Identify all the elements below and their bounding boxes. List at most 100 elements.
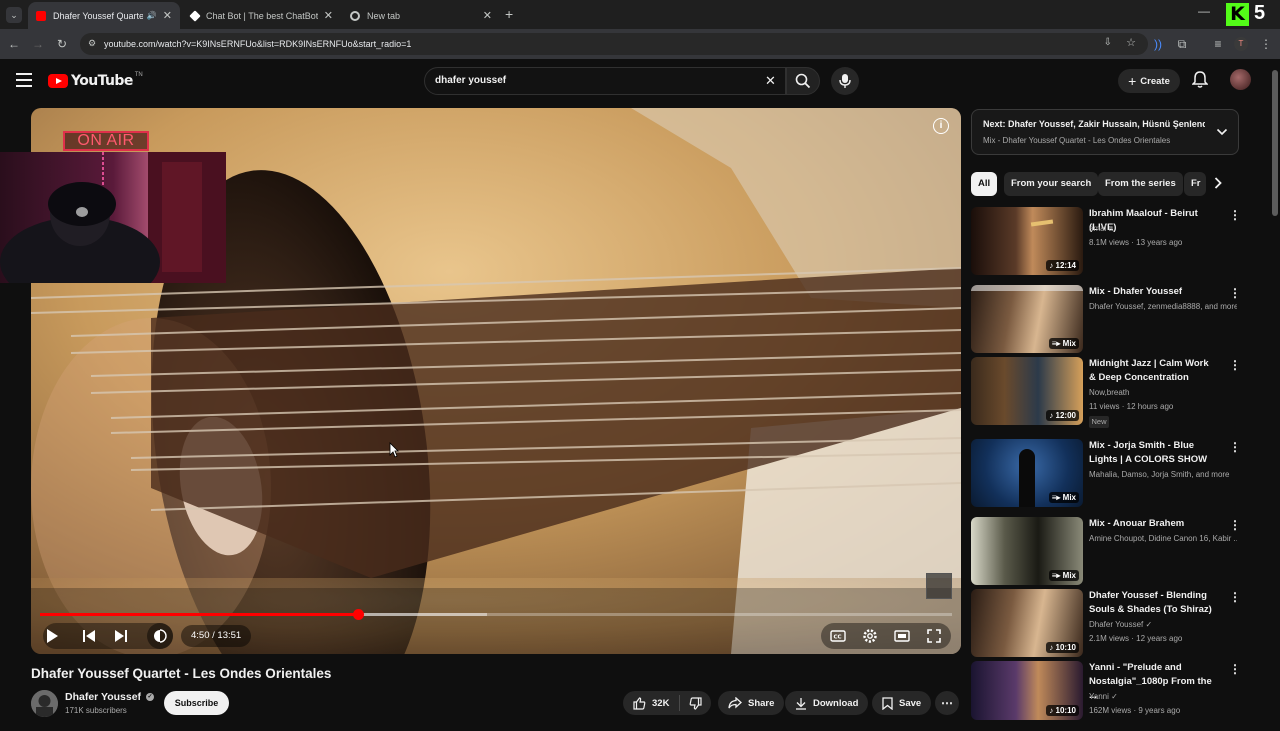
- tab-title: Dhafer Youssef Quartet - Les Ondes Orien…: [53, 10, 143, 21]
- profile-avatar[interactable]: T: [1234, 37, 1248, 51]
- voice-search-button[interactable]: [831, 67, 859, 95]
- page-scrollbar[interactable]: [1272, 70, 1278, 216]
- previous-button[interactable]: [77, 624, 101, 648]
- more-vertical-icon[interactable]: ⋮: [1229, 663, 1241, 675]
- video-thumbnail[interactable]: ♪ 12:14: [971, 207, 1083, 275]
- search-input[interactable]: dhafer youssef ✕: [424, 67, 786, 95]
- chips-next-chevron-icon[interactable]: [1213, 176, 1223, 195]
- audio-icon[interactable]: 🔊: [147, 11, 157, 20]
- video-thumbnail[interactable]: ♪ 12:00: [971, 357, 1083, 425]
- fullscreen-button[interactable]: [922, 624, 946, 648]
- video-info-icon[interactable]: i: [933, 118, 949, 134]
- chip-truncated[interactable]: Fr: [1184, 172, 1206, 196]
- browser-tab-youtube[interactable]: Dhafer Youssef Quartet - Les Ondes Orien…: [28, 2, 180, 29]
- bookmark-star-icon[interactable]: ☆: [1126, 36, 1136, 49]
- subscribe-button[interactable]: Subscribe: [164, 691, 229, 715]
- recommendation-item[interactable]: ≡▸ Mix Mix - Dhafer Youssef Dhafer Youss…: [971, 285, 1271, 355]
- browser-tab-newtab[interactable]: New tab ✕: [342, 2, 500, 29]
- recommendation-title: Mix - Dhafer Youssef: [1089, 286, 1183, 297]
- hamburger-menu-icon[interactable]: [16, 73, 32, 87]
- account-avatar[interactable]: [1230, 69, 1251, 90]
- video-thumbnail[interactable]: ♪ 10:10: [971, 661, 1083, 720]
- thumbs-down-icon: [689, 696, 702, 710]
- subscriber-count: 171K subscribers: [65, 706, 127, 715]
- mix-badge: ≡▸ Mix: [1048, 570, 1079, 581]
- youtube-wordmark: YouTube: [71, 73, 133, 89]
- captions-button[interactable]: CC: [826, 624, 850, 648]
- chip-from-the-series[interactable]: From the series: [1098, 172, 1183, 196]
- extension-icon[interactable]: )): [1150, 36, 1166, 52]
- browser-tab-chatbot[interactable]: Chat Bot | The best ChatBot and ✕: [183, 2, 341, 29]
- minimize-window-icon[interactable]: —: [1198, 4, 1210, 18]
- more-vertical-icon[interactable]: ⋮: [1229, 287, 1241, 299]
- expand-chevron-down-icon[interactable]: [1216, 124, 1228, 142]
- video-thumbnail[interactable]: ≡▸ Mix: [971, 285, 1083, 353]
- mute-button[interactable]: [147, 623, 173, 649]
- tab-title: Chat Bot | The best ChatBot and: [206, 10, 318, 21]
- channel-name[interactable]: Dhafer Youssef ✓: [65, 691, 154, 703]
- address-bar[interactable]: ⚙ youtube.com/watch?v=K9INsERNFUo&list=R…: [80, 33, 1148, 55]
- next-button[interactable]: [109, 624, 133, 648]
- recommendation-item[interactable]: ♪ 10:10 Yanni - "Prelude and Nostalgia"_…: [971, 661, 1271, 731]
- theater-mode-button[interactable]: [890, 624, 914, 648]
- up-next-card[interactable]: Next: Dhafer Youssef, Zakir Hussain, Hüs…: [971, 109, 1239, 155]
- youtube-play-icon: [48, 74, 68, 88]
- video-thumbnail[interactable]: ≡▸ Mix: [971, 517, 1083, 585]
- recommendation-item[interactable]: ≡▸ Mix Mix - Anouar Brahem Amine Choupot…: [971, 517, 1271, 587]
- video-thumbnail[interactable]: ≡▸ Mix: [971, 439, 1083, 507]
- channel-avatar[interactable]: [31, 690, 58, 717]
- extensions-puzzle-icon[interactable]: ⧉: [1174, 36, 1190, 52]
- more-vertical-icon[interactable]: ⋮: [1229, 209, 1241, 221]
- played-bar: [40, 613, 359, 616]
- next-icon: [115, 630, 127, 642]
- recommendation-item[interactable]: ♪ 10:10 Dhafer Youssef - Blending Souls …: [971, 589, 1271, 659]
- play-button[interactable]: [40, 624, 64, 648]
- search-icon: [795, 73, 811, 89]
- channel-watermark[interactable]: [926, 573, 952, 599]
- install-app-icon[interactable]: ⇩: [1104, 37, 1112, 48]
- chrome-favicon-icon: [350, 10, 360, 21]
- site-info-icon[interactable]: ⚙: [88, 38, 96, 49]
- recommendation-item[interactable]: ≡▸ Mix Mix - Jorja Smith - Blue Lights |…: [971, 439, 1271, 509]
- share-button[interactable]: Share: [718, 691, 785, 715]
- new-tab-icon[interactable]: +: [505, 6, 513, 22]
- close-tab-icon[interactable]: ✕: [483, 9, 492, 22]
- dislike-button[interactable]: [680, 691, 711, 715]
- notifications-bell-icon[interactable]: [1191, 71, 1209, 94]
- scrubber-handle[interactable]: [352, 609, 364, 620]
- recommendation-item[interactable]: ♪ 12:00 Midnight Jazz | Calm Work & Deep…: [971, 357, 1271, 428]
- create-button[interactable]: + Create: [1118, 69, 1180, 93]
- youtube-header: YouTube TN dhafer youssef ✕ + Create: [0, 59, 1280, 103]
- more-vertical-icon[interactable]: ⋮: [1229, 519, 1241, 531]
- forward-icon[interactable]: →: [30, 36, 46, 52]
- search-button[interactable]: [786, 67, 820, 95]
- media-controls-icon[interactable]: ≡: [1210, 36, 1226, 52]
- like-button[interactable]: 32K: [623, 691, 679, 715]
- more-vertical-icon[interactable]: ⋮: [1229, 591, 1241, 603]
- fullscreen-icon: [927, 629, 941, 643]
- download-label: Download: [813, 697, 859, 709]
- progress-bar[interactable]: [40, 609, 952, 620]
- chip-from-your-search[interactable]: From your search: [1004, 172, 1099, 196]
- save-button[interactable]: Save: [872, 691, 932, 715]
- clear-search-icon[interactable]: ✕: [765, 68, 776, 94]
- more-vertical-icon[interactable]: ⋮: [1229, 359, 1241, 371]
- share-arrow-icon: [728, 697, 742, 709]
- captions-icon: CC: [830, 630, 846, 642]
- recommendation-item[interactable]: ♪ 12:14 Ibrahim Maalouf - Beirut (LIVE) …: [971, 207, 1271, 277]
- svg-text:CC: CC: [834, 635, 842, 641]
- reload-icon[interactable]: ↻: [54, 36, 70, 52]
- browser-tab-strip: ⌄ Dhafer Youssef Quartet - Les Ondes Ori…: [0, 0, 1280, 29]
- video-thumbnail[interactable]: ♪ 10:10: [971, 589, 1083, 657]
- more-actions-button[interactable]: ⋯: [935, 691, 959, 715]
- back-icon[interactable]: ←: [6, 36, 22, 52]
- settings-button[interactable]: [858, 624, 882, 648]
- chip-all[interactable]: All: [971, 172, 998, 196]
- close-tab-icon[interactable]: ✕: [324, 9, 333, 22]
- download-button[interactable]: Download: [785, 691, 869, 715]
- tab-search-button[interactable]: ⌄: [6, 7, 22, 23]
- more-vertical-icon[interactable]: ⋮: [1229, 441, 1241, 453]
- browser-menu-icon[interactable]: ⋮: [1258, 36, 1274, 52]
- youtube-logo[interactable]: YouTube TN: [48, 72, 143, 89]
- close-tab-icon[interactable]: ✕: [163, 9, 172, 22]
